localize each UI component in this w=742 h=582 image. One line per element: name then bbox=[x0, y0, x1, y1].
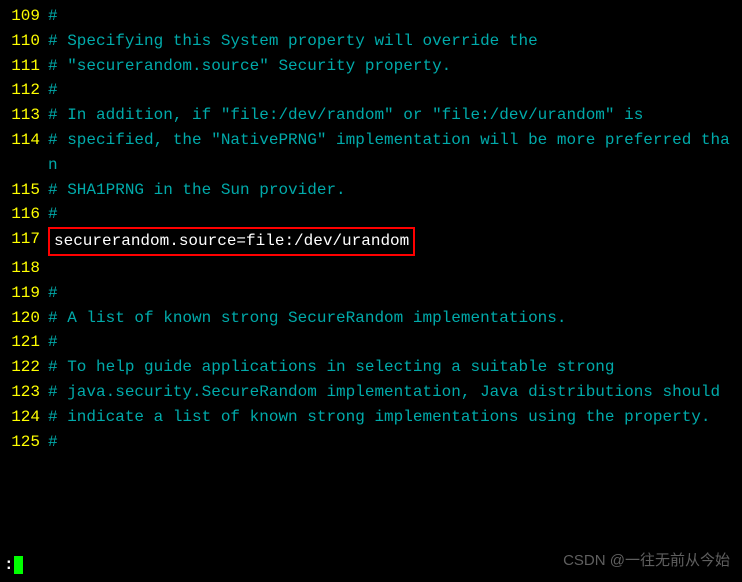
code-line[interactable]: 124 # indicate a list of known strong im… bbox=[0, 405, 742, 430]
line-content: securerandom.source=file:/dev/urandom bbox=[48, 227, 742, 256]
line-content: # bbox=[48, 330, 742, 355]
code-line[interactable]: 122 # To help guide applications in sele… bbox=[0, 355, 742, 380]
line-content: # Specifying this System property will o… bbox=[48, 29, 742, 54]
line-number: 116 bbox=[0, 202, 48, 227]
line-number: 122 bbox=[0, 355, 48, 380]
line-number: 125 bbox=[0, 430, 48, 455]
code-line[interactable]: 109 # bbox=[0, 4, 742, 29]
line-number: 117 bbox=[0, 227, 48, 252]
line-number: 115 bbox=[0, 178, 48, 203]
line-content: # SHA1PRNG in the Sun provider. bbox=[48, 178, 742, 203]
line-number: 112 bbox=[0, 78, 48, 103]
cursor bbox=[14, 556, 23, 574]
status-bar[interactable]: : bbox=[4, 553, 23, 578]
code-line[interactable]: 118 bbox=[0, 256, 742, 281]
watermark: CSDN @一往无前从今始 bbox=[563, 549, 730, 572]
code-line[interactable]: 121 # bbox=[0, 330, 742, 355]
code-line[interactable]: 112 # bbox=[0, 78, 742, 103]
code-line[interactable]: 120 # A list of known strong SecureRando… bbox=[0, 306, 742, 331]
code-line[interactable]: 115 # SHA1PRNG in the Sun provider. bbox=[0, 178, 742, 203]
line-content: # specified, the "NativePRNG" implementa… bbox=[48, 128, 742, 178]
line-number: 123 bbox=[0, 380, 48, 405]
line-content: # bbox=[48, 281, 742, 306]
line-number: 113 bbox=[0, 103, 48, 128]
line-number: 109 bbox=[0, 4, 48, 29]
line-number: 124 bbox=[0, 405, 48, 430]
code-line-highlighted[interactable]: 117 securerandom.source=file:/dev/urando… bbox=[0, 227, 742, 256]
line-number: 121 bbox=[0, 330, 48, 355]
line-number: 114 bbox=[0, 128, 48, 153]
line-content: # java.security.SecureRandom implementat… bbox=[48, 380, 742, 405]
line-content: # bbox=[48, 4, 742, 29]
line-content: # bbox=[48, 202, 742, 227]
line-number: 119 bbox=[0, 281, 48, 306]
code-line[interactable]: 111 # "securerandom.source" Security pro… bbox=[0, 54, 742, 79]
line-content: # bbox=[48, 78, 742, 103]
command-prompt: : bbox=[4, 556, 14, 574]
line-content: # In addition, if "file:/dev/random" or … bbox=[48, 103, 742, 128]
line-content: # A list of known strong SecureRandom im… bbox=[48, 306, 742, 331]
line-content: # To help guide applications in selectin… bbox=[48, 355, 742, 380]
code-line[interactable]: 116 # bbox=[0, 202, 742, 227]
code-line[interactable]: 125 # bbox=[0, 430, 742, 455]
line-number: 118 bbox=[0, 256, 48, 281]
code-line[interactable]: 119 # bbox=[0, 281, 742, 306]
line-number: 110 bbox=[0, 29, 48, 54]
code-line[interactable]: 113 # In addition, if "file:/dev/random"… bbox=[0, 103, 742, 128]
line-number: 120 bbox=[0, 306, 48, 331]
line-content: # indicate a list of known strong implem… bbox=[48, 405, 742, 430]
line-content: # bbox=[48, 430, 742, 455]
code-editor[interactable]: 109 # 110 # Specifying this System prope… bbox=[0, 4, 742, 454]
code-line[interactable]: 123 # java.security.SecureRandom impleme… bbox=[0, 380, 742, 405]
highlight-box: securerandom.source=file:/dev/urandom bbox=[48, 227, 415, 256]
code-line[interactable]: 110 # Specifying this System property wi… bbox=[0, 29, 742, 54]
line-number: 111 bbox=[0, 54, 48, 79]
line-content: # "securerandom.source" Security propert… bbox=[48, 54, 742, 79]
code-line[interactable]: 114 # specified, the "NativePRNG" implem… bbox=[0, 128, 742, 178]
